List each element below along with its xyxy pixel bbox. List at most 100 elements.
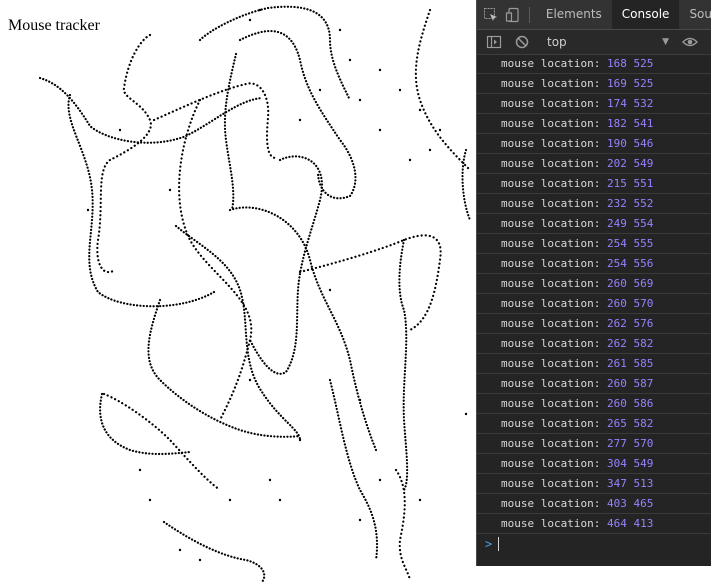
log-y: 549 [633, 457, 654, 470]
trail-segment [177, 98, 253, 422]
log-x: 232 [606, 197, 627, 210]
log-y: 552 [633, 197, 654, 210]
log-x: 215 [606, 177, 627, 190]
log-value: 260 570 [607, 297, 653, 310]
log-value: 260 587 [607, 377, 653, 390]
trail-dot [328, 288, 332, 292]
trail-segment [38, 76, 264, 144]
console-log-row: mouse location: 277 570 [477, 434, 711, 454]
console-sidebar-icon[interactable] [483, 31, 505, 53]
log-value: 403 465 [607, 497, 653, 510]
context-selector[interactable]: top ▼ [547, 35, 669, 49]
log-label: mouse location: [501, 317, 601, 330]
log-x: 260 [606, 277, 627, 290]
log-label: mouse location: [501, 177, 601, 190]
log-y: 576 [633, 317, 654, 330]
log-x: 168 [606, 57, 627, 70]
log-label: mouse location: [501, 397, 601, 410]
log-x: 174 [606, 97, 627, 110]
log-value: 464 413 [607, 517, 653, 530]
log-value: 168 525 [607, 57, 653, 70]
console-log-row: mouse location: 260 570 [477, 294, 711, 314]
clear-console-icon[interactable] [511, 31, 533, 53]
trail-dot [464, 412, 468, 416]
log-x: 261 [606, 357, 627, 370]
console-log-row: mouse location: 403 465 [477, 494, 711, 514]
trail-segment [398, 238, 409, 492]
log-y: 549 [633, 157, 654, 170]
tab-console[interactable]: Console [611, 0, 680, 29]
trail-dot [358, 398, 362, 402]
console-log-row: mouse location: 169 525 [477, 74, 711, 94]
log-y: 570 [633, 437, 654, 450]
log-x: 403 [606, 497, 627, 510]
trail-segment [96, 33, 152, 274]
console-log-row: mouse location: 464 413 [477, 514, 711, 534]
log-value: 249 554 [607, 217, 653, 230]
log-label: mouse location: [501, 297, 601, 310]
console-log-row: mouse location: 215 551 [477, 174, 711, 194]
console-prompt[interactable]: > [477, 534, 711, 554]
trail-dot [228, 498, 232, 502]
devtools-panel: Elements Console Sou top ▼ mouse locatio… [476, 0, 711, 566]
trail-segment [414, 8, 472, 172]
log-label: mouse location: [501, 237, 601, 250]
log-value: 215 551 [607, 177, 653, 190]
inspect-element-icon[interactable] [483, 4, 499, 26]
trail-dot [348, 58, 352, 62]
log-value: 262 582 [607, 337, 653, 350]
log-value: 182 541 [607, 117, 653, 130]
console-log-row: mouse location: 347 513 [477, 474, 711, 494]
log-y: 585 [633, 357, 654, 370]
log-value: 254 556 [607, 257, 653, 270]
eye-icon[interactable] [679, 31, 701, 53]
log-y: 551 [633, 177, 654, 190]
log-x: 169 [606, 77, 627, 90]
console-log-row: mouse location: 262 582 [477, 334, 711, 354]
console-log-row: mouse location: 174 532 [477, 94, 711, 114]
trail-dot [248, 18, 252, 22]
log-x: 254 [606, 237, 627, 250]
console-input[interactable] [498, 537, 500, 551]
console-log-row: mouse location: 182 541 [477, 114, 711, 134]
tab-sources[interactable]: Sou [679, 0, 711, 29]
log-y: 587 [633, 377, 654, 390]
log-y: 525 [633, 77, 654, 90]
log-x: 202 [606, 157, 627, 170]
log-value: 347 513 [607, 477, 653, 490]
console-log-row: mouse location: 254 556 [477, 254, 711, 274]
log-y: 582 [633, 337, 654, 350]
tab-elements[interactable]: Elements [536, 0, 612, 29]
trail-segment [248, 155, 323, 375]
log-y: 570 [633, 297, 654, 310]
log-value: 277 570 [607, 437, 653, 450]
trail-dot [338, 28, 342, 32]
log-y: 582 [633, 417, 654, 430]
console-log-row: mouse location: 304 549 [477, 454, 711, 474]
log-value: 232 552 [607, 197, 653, 210]
trail-segment [223, 52, 238, 212]
console-log-row: mouse location: 260 569 [477, 274, 711, 294]
log-value: 304 549 [607, 457, 653, 470]
log-value: 190 546 [607, 137, 653, 150]
log-x: 260 [606, 377, 627, 390]
trail-dot [418, 108, 422, 112]
console-log-row: mouse location: 168 525 [477, 54, 711, 74]
log-label: mouse location: [501, 117, 601, 130]
log-y: 556 [633, 257, 654, 270]
log-label: mouse location: [501, 497, 601, 510]
trail-dot [298, 438, 302, 442]
log-value: 262 576 [607, 317, 653, 330]
log-x: 262 [606, 317, 627, 330]
device-toolbar-icon[interactable] [505, 4, 521, 26]
log-value: 260 586 [607, 397, 653, 410]
log-y: 465 [633, 497, 654, 510]
log-label: mouse location: [501, 417, 601, 430]
log-label: mouse location: [501, 57, 601, 70]
trail-dot [378, 478, 382, 482]
trail-dot [378, 128, 382, 132]
log-x: 304 [606, 457, 627, 470]
page-title: Mouse tracker [8, 17, 100, 34]
console-log: mouse location: 168 525 mouse location: 1… [477, 54, 711, 554]
trail-dot [198, 558, 202, 562]
